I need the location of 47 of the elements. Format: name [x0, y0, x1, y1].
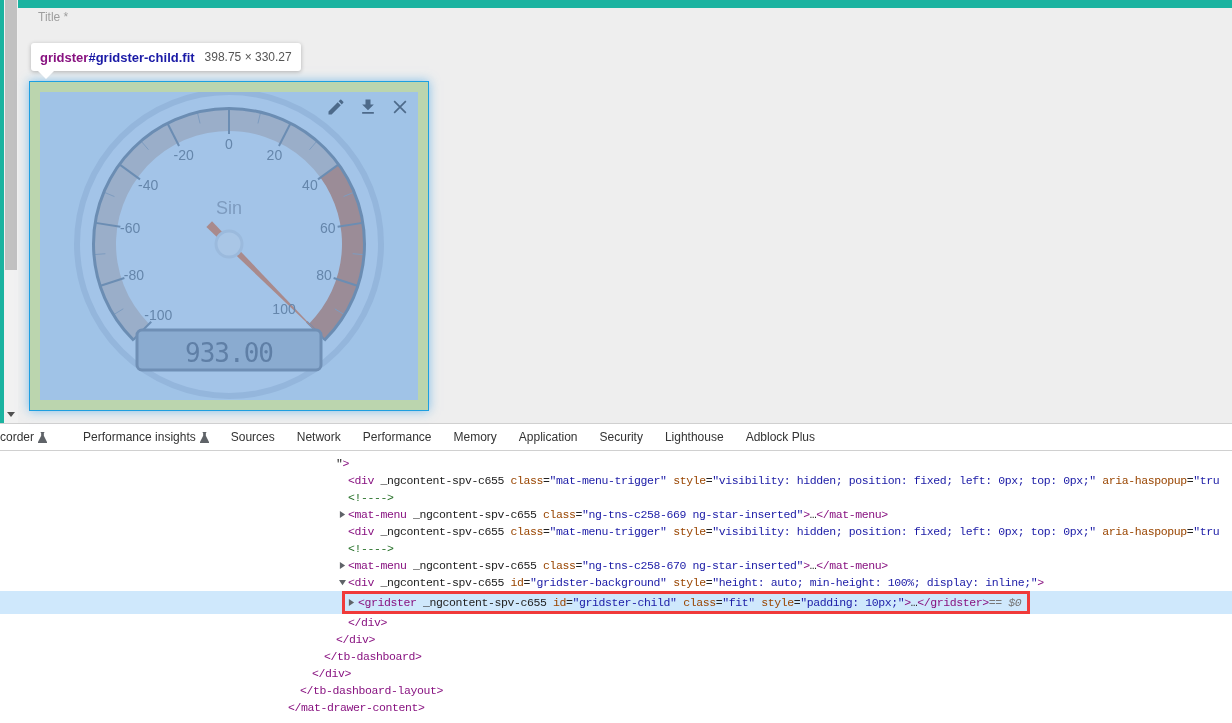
flask-icon — [199, 431, 209, 443]
expand-arrow-icon[interactable] — [348, 599, 355, 607]
gauge-tick-label: 100 — [272, 301, 296, 318]
devtools-tab[interactable]: Application — [507, 424, 589, 450]
field-label: Title * — [38, 10, 70, 24]
gauge-tick-label: -100 — [144, 306, 173, 323]
devtools-tab[interactable]: Adblock Plus — [734, 424, 826, 450]
flask-icon — [38, 431, 47, 443]
code-line[interactable]: <mat-menu _ngcontent-spv-c655 class="ng-tns-c258-670 ng-star-inserted">…</mat-menu> — [348, 559, 888, 572]
selector-text: gridster#gridster-child.fit — [40, 49, 195, 65]
code-line[interactable]: </mat-drawer-content> — [288, 701, 425, 714]
code-line[interactable]: </div> — [348, 616, 388, 629]
code-line[interactable]: <div _ngcontent-spv-c655 class="mat-menu-trigger" style="visibility: hidden; position: fixed; left: 0px; top: 0px;" aria-haspopup="tru — [348, 525, 1220, 538]
code-line[interactable]: <!----> — [348, 491, 394, 504]
code-line[interactable]: <!----> — [348, 542, 394, 555]
code-line[interactable]: </tb-dashboard> — [324, 650, 422, 663]
gauge-tick-label: 40 — [302, 177, 318, 194]
gauge-tick-label: -60 — [120, 220, 141, 237]
code-line[interactable]: </div> — [336, 633, 376, 646]
gauge-tick-label: 20 — [266, 146, 283, 163]
size-text: 398.75 × 330.27 — [204, 50, 292, 64]
code-line[interactable]: <div _ngcontent-spv-c655 id="gridster-background" style="height: auto; min-height: 100%; display: inline;"> — [348, 576, 1044, 589]
code-line[interactable]: "> — [336, 457, 350, 470]
devtools-tab[interactable]: Memory — [442, 424, 508, 450]
gauge-tick-label: 60 — [320, 220, 336, 237]
scroll-down-arrow-icon[interactable] — [7, 412, 15, 417]
devtools-tab[interactable]: Security — [588, 424, 654, 450]
code-line[interactable]: <div _ngcontent-spv-c655 class="mat-menu-trigger" style="visibility: hidden; position: fixed; left: 0px; top: 0px;" aria-haspopup="tru — [348, 474, 1220, 487]
gauge-tick-label: -20 — [173, 146, 194, 163]
gauge-tick-label: 0 — [225, 136, 233, 152]
devtools-tab[interactable]: Performance insights — [72, 424, 220, 450]
devtools-tab[interactable]: Performance — [351, 424, 443, 450]
devtools-tab[interactable]: Network — [285, 424, 352, 450]
gauge-tick-label: -80 — [123, 266, 144, 283]
code-line[interactable]: <mat-menu _ngcontent-spv-c655 class="ng-tns-c258-669 ng-star-inserted">…</mat-menu> — [348, 508, 888, 521]
scrollbar-thumb[interactable] — [5, 0, 17, 270]
gauge-tick-label: 80 — [316, 266, 332, 283]
gauge-tick-label: -40 — [138, 177, 159, 194]
devtools-tab[interactable]: Lighthouse — [653, 424, 735, 450]
expand-arrow-icon[interactable] — [339, 511, 346, 518]
code-line[interactable]: </div> — [312, 667, 352, 680]
expand-arrow-icon[interactable] — [339, 562, 346, 569]
devtools-tab[interactable]: corder — [0, 424, 58, 450]
code-line[interactable]: </tb-dashboard-layout> — [300, 684, 444, 697]
edit-icon[interactable] — [326, 97, 346, 117]
collapse-arrow-icon[interactable] — [339, 579, 346, 586]
devtools-tab[interactable]: Sources — [219, 424, 286, 450]
